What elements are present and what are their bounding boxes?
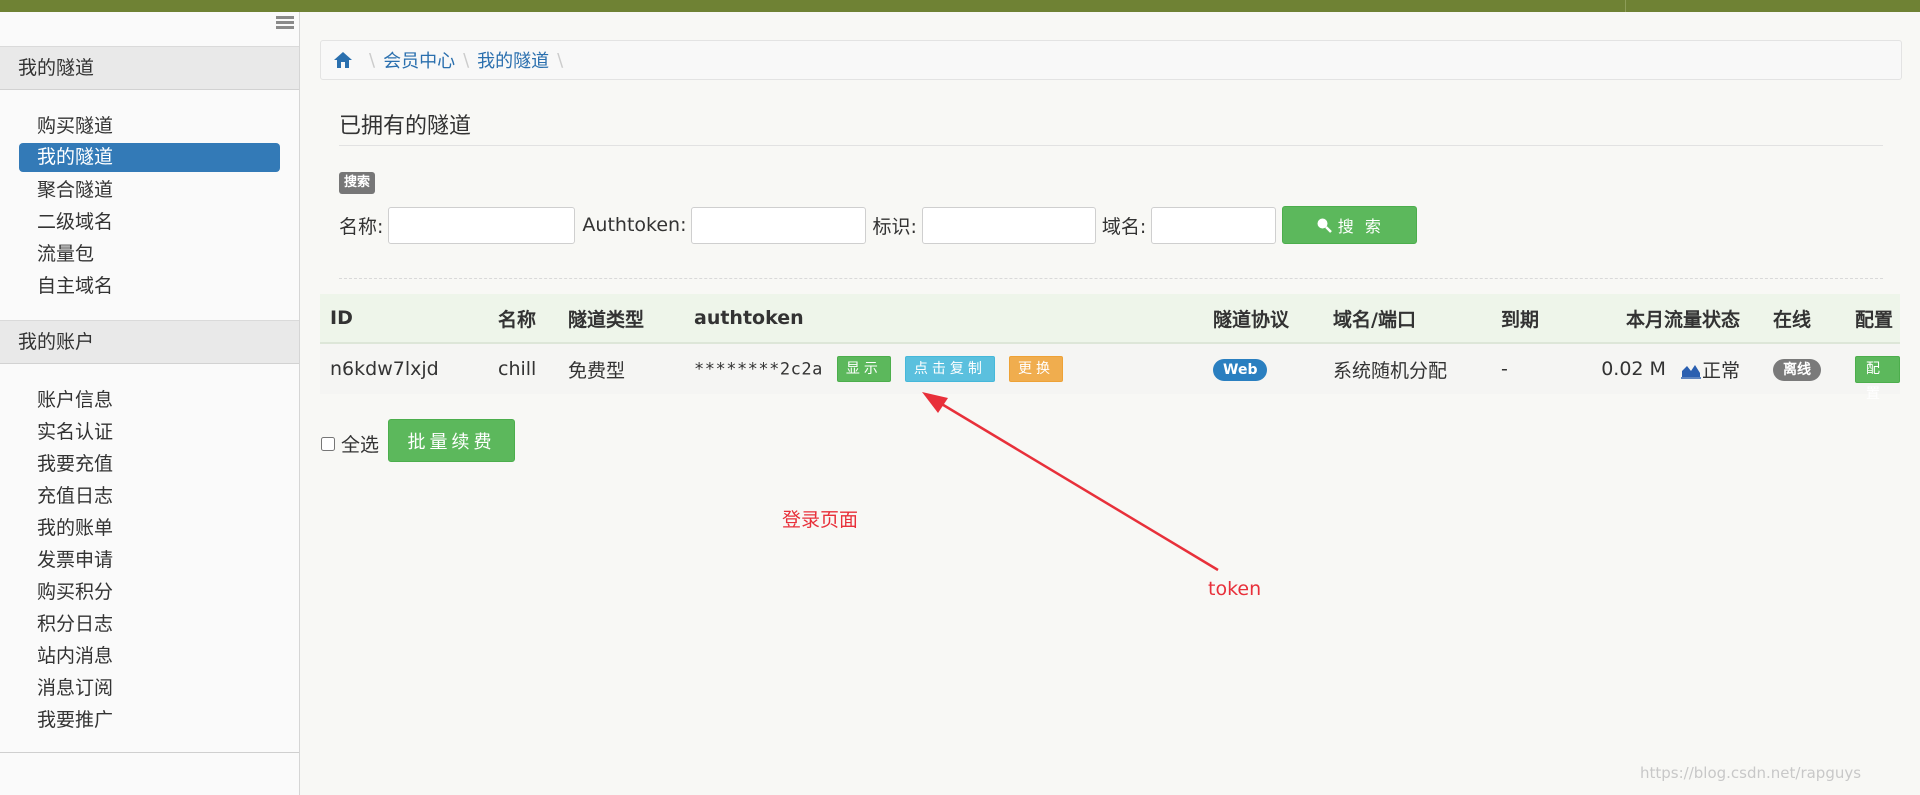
tunnel-status: 正常 — [1702, 359, 1741, 382]
protocol-badge: Web — [1213, 357, 1268, 381]
sidebar-item-buy-tunnel[interactable]: 购买隧道 — [19, 110, 280, 142]
search-button-label: 搜 索 — [1337, 217, 1384, 236]
sidebar-item-recharge-log[interactable]: 充值日志 — [19, 480, 280, 512]
sidebar-item-messages[interactable]: 站内消息 — [19, 640, 280, 672]
header-domain: 域名/端口 — [1333, 308, 1416, 331]
breadcrumb-separator: \ — [463, 49, 470, 71]
sidebar-item-subscriptions[interactable]: 消息订阅 — [19, 672, 280, 704]
sidebar-section-account[interactable]: 我的账户 — [0, 320, 299, 364]
tunnel-domain: 系统随机分配 — [1333, 359, 1448, 382]
sidebar-item-subdomain[interactable]: 二级域名 — [19, 206, 280, 238]
authtoken-value: ********2c2a — [694, 359, 823, 380]
tunnel-traffic: 0.02 M — [1601, 358, 1666, 380]
breadcrumb-separator: \ — [557, 49, 564, 71]
domain-input[interactable] — [1151, 206, 1277, 244]
sidebar-item-account-info[interactable]: 账户信息 — [19, 384, 280, 416]
annotation-token: token — [1208, 578, 1262, 600]
sidebar-item-my-tunnels[interactable]: 我的隧道 — [19, 143, 280, 172]
authtoken-cell: ********2c2a 显示 点击复制 更换 — [694, 356, 1063, 382]
tag-label: 标识: — [872, 215, 917, 238]
traffic-cell: 0.02 M — [1562, 358, 1702, 380]
authtoken-label: Authtoken: — [582, 214, 687, 236]
header-expire: 到期 — [1501, 308, 1540, 331]
breadcrumb: \ 会员中心 \ 我的隧道 \ — [320, 40, 1902, 80]
watermark: https://blog.csdn.net/rapguys — [1640, 764, 1862, 782]
top-bar-divider — [1625, 0, 1626, 12]
select-all: 全选 — [321, 430, 379, 457]
online-pill: 离线 — [1773, 359, 1821, 381]
search-form: 名称: Authtoken: 标识: 域名: 搜 索 — [339, 206, 1418, 244]
config-cell: 配置 — [1855, 355, 1900, 402]
sidebar-item-invoice[interactable]: 发票申请 — [19, 544, 280, 576]
config-button[interactable]: 配置 — [1855, 355, 1900, 402]
table-row: n6kdw7lxjd chill 免费型 ********2c2a 显示 点击复… — [320, 344, 1900, 402]
header-traffic: 本月流量 — [1625, 308, 1702, 331]
copy-token-button[interactable]: 点击复制 — [904, 356, 995, 382]
sidebar-toggle-icon[interactable] — [276, 16, 294, 30]
header-name: 名称 — [498, 308, 537, 331]
search-button[interactable]: 搜 索 — [1282, 206, 1418, 244]
change-token-button[interactable]: 更换 — [1008, 356, 1063, 382]
sidebar-item-promotion[interactable]: 我要推广 — [19, 704, 280, 736]
sidebar-bottom-divider — [0, 752, 299, 753]
header-protocol: 隧道协议 — [1213, 308, 1290, 331]
home-icon[interactable] — [333, 50, 353, 70]
name-input[interactable] — [388, 206, 576, 244]
breadcrumb-my-tunnels[interactable]: 我的隧道 — [477, 47, 549, 73]
select-all-label: 全选 — [341, 434, 380, 456]
name-label: 名称: — [339, 215, 384, 238]
sidebar-item-recharge[interactable]: 我要充值 — [19, 448, 280, 480]
tunnel-expire: - — [1501, 358, 1508, 380]
sidebar-item-aggregate-tunnel[interactable]: 聚合隧道 — [19, 174, 280, 206]
header-online: 在线 — [1773, 308, 1812, 331]
select-all-checkbox[interactable] — [321, 436, 335, 451]
header-config: 配置 — [1855, 308, 1894, 331]
online-badge: 离线 — [1773, 357, 1821, 381]
area-chart-icon[interactable] — [1680, 361, 1702, 379]
header-id: ID — [330, 307, 353, 329]
breadcrumb-separator: \ — [369, 49, 376, 71]
protocol-pill: Web — [1213, 359, 1268, 381]
sidebar-item-custom-domain[interactable]: 自主域名 — [19, 270, 280, 302]
tunnel-name: chill — [498, 358, 537, 380]
sidebar-account-menu: 账户信息 实名认证 我要充值 充值日志 我的账单 发票申请 购买积分 积分日志 … — [0, 384, 299, 736]
authtoken-input[interactable] — [691, 206, 867, 244]
main-content: \ 会员中心 \ 我的隧道 \ 已拥有的隧道 搜索 名称: Authtoken:… — [300, 12, 1920, 795]
search-icon — [1317, 218, 1332, 233]
header-authtoken: authtoken — [694, 307, 804, 329]
search-divider — [339, 278, 1883, 279]
tunnel-id: n6kdw7lxjd — [330, 358, 439, 380]
sidebar-item-verification[interactable]: 实名认证 — [19, 416, 280, 448]
page-title: 已拥有的隧道 — [339, 114, 472, 139]
sidebar-item-bills[interactable]: 我的账单 — [19, 512, 280, 544]
title-divider — [339, 145, 1883, 146]
breadcrumb-member-center[interactable]: 会员中心 — [383, 47, 455, 73]
domain-label: 域名: — [1101, 215, 1147, 238]
sidebar: 我的隧道 购买隧道 我的隧道 聚合隧道 二级域名 流量包 自主域名 我的账户 账… — [0, 12, 300, 795]
header-type: 隧道类型 — [568, 308, 645, 331]
annotation-arrow — [922, 392, 1219, 572]
sidebar-section-tunnels[interactable]: 我的隧道 — [0, 46, 299, 90]
tag-input[interactable] — [921, 206, 1096, 244]
search-badge: 搜索 — [339, 172, 376, 194]
sidebar-item-points-log[interactable]: 积分日志 — [19, 608, 280, 640]
tunnel-table: ID 名称 隧道类型 authtoken 隧道协议 域名/端口 到期 本月流量 … — [320, 294, 1900, 402]
top-bar — [0, 0, 1920, 12]
header-status: 状态 — [1702, 308, 1741, 331]
sidebar-item-buy-points[interactable]: 购买积分 — [19, 576, 280, 608]
annotation-login: 登录页面 — [782, 509, 859, 531]
sidebar-tunnel-menu: 购买隧道 我的隧道 聚合隧道 二级域名 流量包 自主域名 — [0, 110, 299, 302]
table-header-row: ID 名称 隧道类型 authtoken 隧道协议 域名/端口 到期 本月流量 … — [320, 294, 1900, 344]
batch-renew-button[interactable]: 批量续费 — [388, 419, 515, 462]
sidebar-item-traffic-pack[interactable]: 流量包 — [19, 238, 280, 270]
tunnel-type: 免费型 — [568, 359, 626, 382]
show-token-button[interactable]: 显示 — [836, 356, 891, 382]
